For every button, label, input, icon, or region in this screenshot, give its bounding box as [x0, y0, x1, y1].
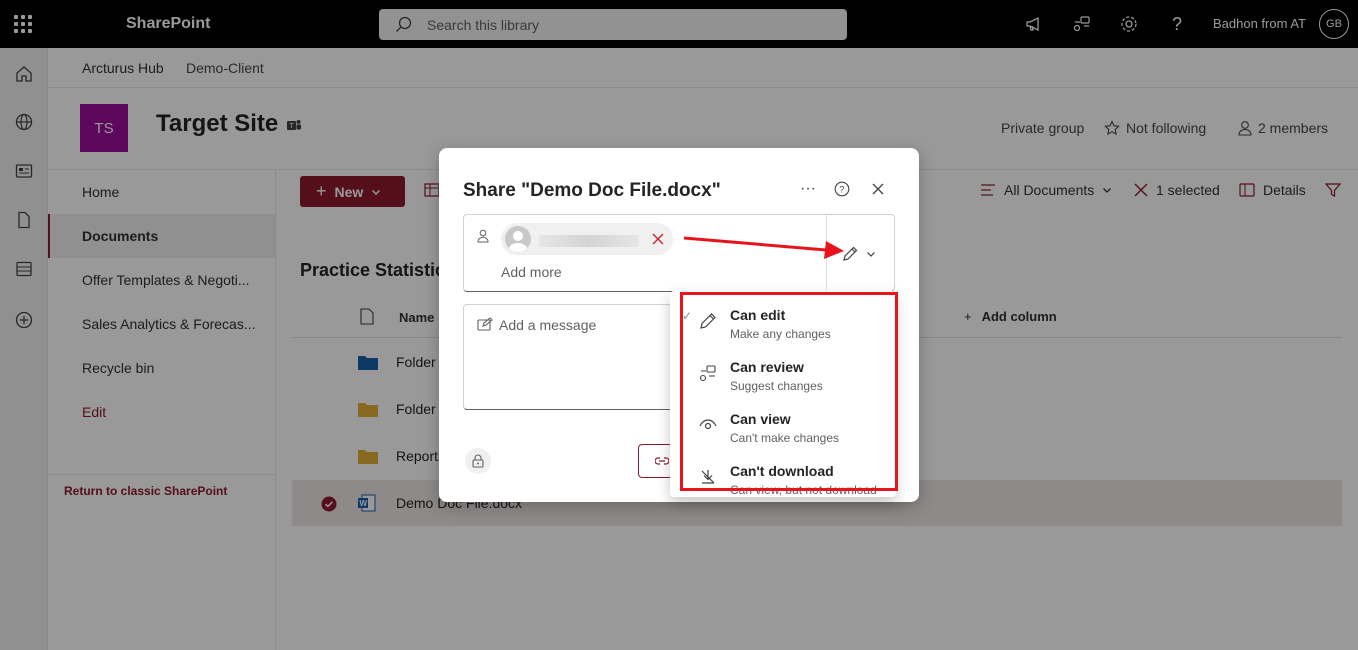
recipient-avatar	[505, 226, 531, 252]
message-placeholder: Add a message	[499, 317, 597, 333]
link-icon	[655, 457, 669, 465]
message-textarea[interactable]: Add a message	[463, 304, 693, 410]
recipient-name-redacted	[539, 235, 639, 247]
compose-icon	[477, 317, 493, 331]
lock-icon	[472, 454, 484, 468]
remove-recipient-icon[interactable]	[649, 230, 667, 248]
more-options-icon[interactable]: ···	[797, 178, 819, 200]
help-icon[interactable]: ?	[831, 178, 853, 200]
link-settings-button[interactable]	[465, 448, 491, 474]
person-icon	[477, 229, 489, 243]
dialog-title: Share "Demo Doc File.docx"	[463, 180, 721, 201]
annotation-highlight-box	[680, 292, 898, 491]
close-icon[interactable]	[867, 178, 889, 200]
chevron-down-icon[interactable]	[866, 249, 876, 259]
recipient-chip[interactable]	[501, 223, 673, 255]
svg-text:?: ?	[839, 185, 844, 195]
add-more-link[interactable]: Add more	[501, 264, 562, 280]
annotation-arrow	[683, 236, 844, 259]
